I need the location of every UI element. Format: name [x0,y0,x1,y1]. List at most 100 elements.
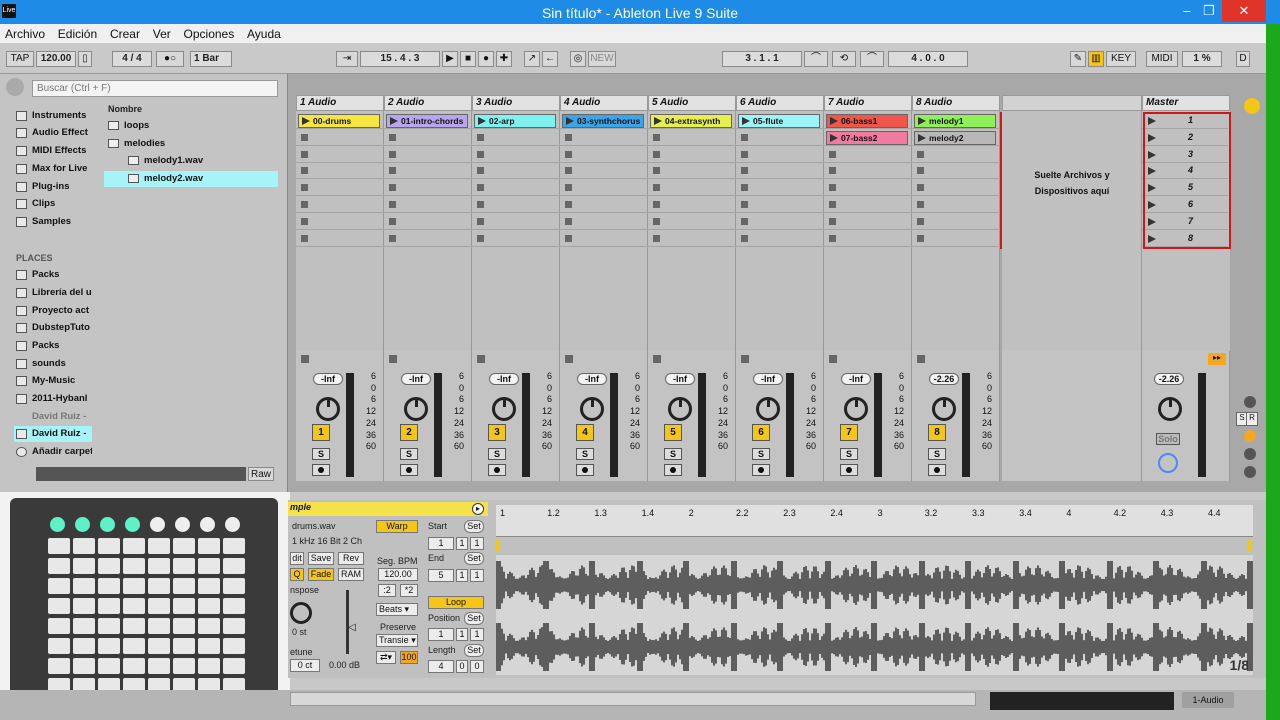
clip-stop-icon[interactable] [565,150,572,158]
loop-start-field[interactable]: 3 . 1 . 1 [722,51,802,67]
tap-button[interactable]: TAP [6,51,34,67]
arm-button[interactable] [400,464,418,476]
clip-stop-icon[interactable] [389,133,396,141]
clip-stop-icon[interactable] [477,184,484,192]
clip-stop-icon[interactable] [301,201,308,208]
clip-stop-icon[interactable] [917,201,924,208]
loop-length-field[interactable]: 4 . 0 . 0 [888,51,968,67]
hd-button[interactable]: D [1236,51,1250,67]
start-beat-field[interactable]: 1 [456,537,468,550]
clip-stop-icon[interactable] [653,201,660,208]
clip-slot[interactable] [648,147,736,163]
clip-stop-icon[interactable] [917,217,924,225]
draw-mode-icon[interactable]: ✎ [1070,51,1086,67]
sample-ruler[interactable]: 1 1.2 1.3 1.4 2 2.2 2.3 2.4 3 3.2 3.3 3.4 4 4.2 4.3 4.4 [496,505,1253,537]
song-position-field[interactable]: 15 . 4 . 3 [360,51,440,67]
place-item[interactable]: Librería del u [14,285,92,301]
clip[interactable]: melody2 [914,130,996,145]
transient-loop-icon[interactable]: ⇄▾ [376,651,396,664]
clip-slot[interactable] [560,163,648,180]
track-volume[interactable]: -Inf [313,373,343,385]
pan-knob[interactable] [844,397,868,421]
nudge-icon[interactable]: ▯ [78,51,92,67]
clip-slot[interactable] [912,231,1000,247]
track-volume[interactable]: -Inf [665,373,695,385]
track-header[interactable]: 8 Audio [912,95,1000,111]
clip-slot[interactable] [472,147,560,163]
place-item[interactable]: My-Music [14,373,92,389]
clip-slot[interactable] [472,197,560,213]
clip-stop-icon[interactable] [477,150,484,158]
clip-stop-icon[interactable] [653,234,660,242]
track-stop-icon[interactable] [301,355,309,363]
clip-stop-icon[interactable] [917,234,924,242]
track-volume[interactable]: -Inf [489,373,519,385]
clip-slot[interactable] [384,231,472,247]
clip-slot[interactable] [560,197,648,213]
track-volume[interactable]: -Inf [841,373,871,385]
position-set-button[interactable]: Set [464,612,484,625]
file-item[interactable]: melodies [104,136,165,152]
track-stop-icon[interactable] [477,355,485,363]
tempo-field[interactable]: 120.00 [36,51,76,67]
track-header[interactable]: 4 Audio [560,95,648,111]
clip-slot[interactable] [296,130,384,146]
clip-slot[interactable]: 01-intro-chords [384,113,472,129]
clip-slot[interactable] [824,163,912,180]
arm-button[interactable] [664,464,682,476]
overview-strip[interactable] [990,692,1174,710]
track-volume[interactable]: -2.26 [929,373,959,385]
clip-stop-icon[interactable] [829,184,836,192]
track-header[interactable]: 5 Audio [648,95,736,111]
clip-stop-icon[interactable] [301,167,308,175]
category-midi-effects[interactable]: MIDI Effects [14,143,92,159]
warp-button[interactable]: Warp [376,520,418,533]
clip-slot[interactable]: 05-flute [736,113,824,129]
track-activator-button[interactable]: 4 [576,424,594,441]
pan-knob[interactable] [580,397,604,421]
close-button[interactable]: ✕ [1222,0,1266,22]
clip-stop-icon[interactable] [565,167,572,175]
arm-button[interactable] [928,464,946,476]
track-stop-icon[interactable] [741,355,749,363]
clip-stop-icon[interactable] [565,201,572,208]
clip-slot[interactable] [384,180,472,197]
play-icon[interactable]: ▶ [442,51,458,67]
clip-slot[interactable] [560,180,648,197]
clip[interactable]: melody1 [914,114,996,128]
cue-volume-knob[interactable] [1158,453,1178,473]
key-map-button[interactable]: KEY [1106,51,1136,67]
clip-slot[interactable] [296,147,384,163]
seg-bpm-field[interactable]: 120.00 [378,568,418,581]
clip[interactable]: 04-extrasynth [650,114,732,128]
clip-slot[interactable] [736,214,824,230]
clip[interactable]: 00-drums [298,114,380,128]
punch-in-icon[interactable]: ⌒ [804,51,828,67]
io-icon[interactable] [1244,396,1256,408]
preview-waveform[interactable] [36,467,246,481]
place-item[interactable]: David Ruiz - [14,409,92,425]
crossfader-toggle-icon[interactable] [1244,448,1256,460]
clip-stop-icon[interactable] [741,184,748,192]
menu-edicion[interactable]: Edición [53,24,102,41]
clip[interactable]: 07-bass2 [826,130,908,145]
clip-stop-icon[interactable] [829,234,836,242]
clip-slot[interactable] [912,197,1000,213]
file-item[interactable]: melody1.wav [124,153,203,169]
search-input[interactable]: Buscar (Ctrl + F) [32,80,278,97]
solo-button[interactable]: S [840,448,858,460]
clip-launch-icon[interactable] [302,117,310,125]
clip-slot[interactable] [560,130,648,146]
clip-slot[interactable] [648,214,736,230]
ram-button[interactable]: RAM [338,568,364,581]
clip-slot[interactable]: melody2 [912,130,1000,146]
browser-toggle-icon[interactable] [6,78,24,96]
clip-slot[interactable] [472,231,560,247]
metronome-icon[interactable]: ●○ [156,51,184,67]
track-stop-icon[interactable] [653,355,661,363]
clip-slot[interactable] [736,231,824,247]
clip-slot[interactable] [912,214,1000,230]
arm-button[interactable] [312,464,330,476]
clip-stop-icon[interactable] [829,217,836,225]
pan-knob[interactable] [492,397,516,421]
